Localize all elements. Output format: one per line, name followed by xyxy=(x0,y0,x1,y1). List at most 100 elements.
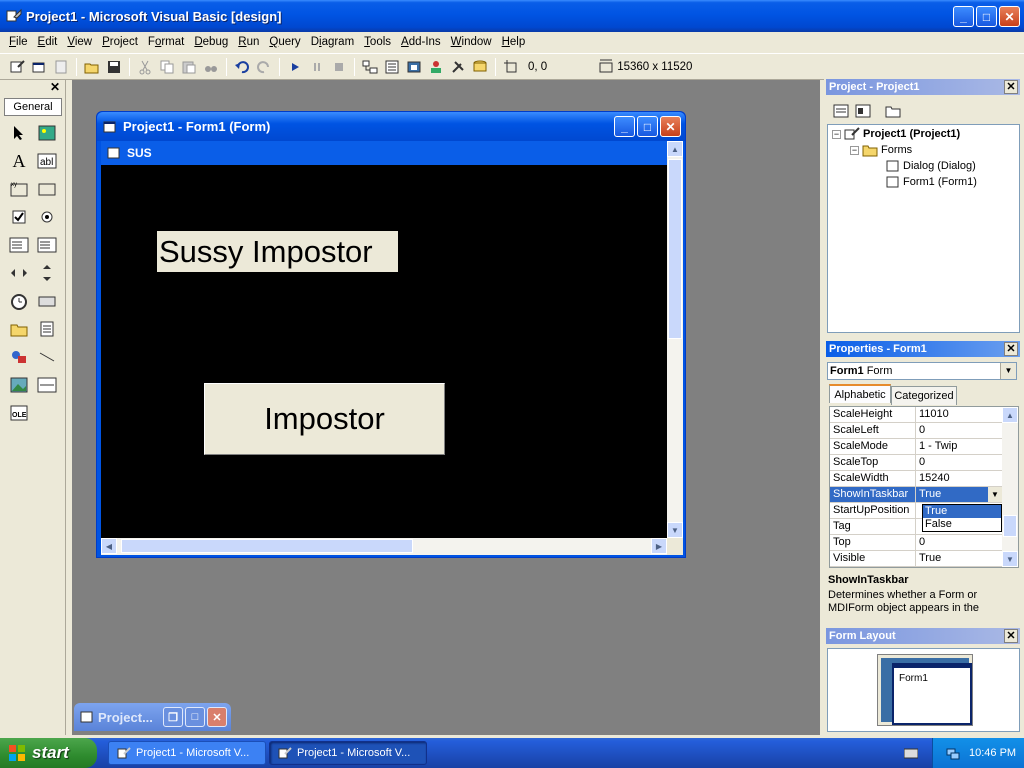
timer-tool-icon[interactable] xyxy=(8,290,30,312)
open-project-icon[interactable] xyxy=(83,58,101,76)
menu-editor-icon[interactable] xyxy=(52,58,70,76)
scroll-down-icon[interactable]: ▼ xyxy=(1002,551,1018,567)
tab-alphabetic[interactable]: Alphabetic xyxy=(829,384,891,403)
sussy-impostor-label[interactable]: Sussy Impostor xyxy=(157,231,398,272)
property-value[interactable]: 1 - Twip xyxy=(916,439,1002,454)
tree-item-forms[interactable]: − Forms xyxy=(850,143,912,157)
property-scrollbar[interactable]: ▲ ▼ xyxy=(1002,407,1018,567)
clock[interactable]: 10:46 PM xyxy=(969,747,1016,759)
toolbox-close-icon[interactable]: ✕ xyxy=(49,81,61,94)
close-button[interactable]: ✕ xyxy=(999,6,1020,27)
cut-icon[interactable] xyxy=(136,58,154,76)
object-browser-icon[interactable] xyxy=(427,58,445,76)
showintaskbar-dropdown[interactable]: True False xyxy=(922,504,1002,532)
horizontal-scroll-thumb[interactable] xyxy=(121,539,413,553)
tab-categorized[interactable]: Categorized xyxy=(891,386,957,405)
tree-item-form1[interactable]: Form1 (Form1) xyxy=(886,175,977,189)
scroll-up-icon[interactable]: ▲ xyxy=(667,141,683,157)
vertical-scrollbar[interactable]: ▲ ▼ xyxy=(667,141,683,538)
view-object-icon[interactable] xyxy=(854,102,872,120)
properties-window-icon[interactable] xyxy=(383,58,401,76)
checkbox-tool-icon[interactable] xyxy=(8,206,30,228)
stop-icon[interactable] xyxy=(330,58,348,76)
taskbar-button-vb2[interactable]: Project1 - Microsoft V... xyxy=(269,741,427,765)
keyboard-icon[interactable] xyxy=(904,747,918,759)
paste-icon[interactable] xyxy=(180,58,198,76)
menu-edit[interactable]: Edit xyxy=(33,36,63,48)
property-row-scalewidth[interactable]: ScaleWidth 15240 xyxy=(830,471,1002,487)
project-explorer-icon[interactable] xyxy=(361,58,379,76)
chevron-down-icon[interactable]: ▼ xyxy=(1000,363,1016,379)
close-button[interactable]: ✕ xyxy=(207,707,227,727)
data-tool-icon[interactable] xyxy=(36,374,58,396)
menu-project[interactable]: Project xyxy=(97,36,143,48)
view-code-icon[interactable] xyxy=(832,102,850,120)
scroll-right-icon[interactable]: ▶ xyxy=(651,538,667,554)
start-button[interactable]: start xyxy=(0,738,97,768)
property-value[interactable]: 0 xyxy=(916,535,1002,550)
form-close-button[interactable]: ✕ xyxy=(660,116,681,137)
scroll-down-icon[interactable]: ▼ xyxy=(667,522,683,538)
property-row-scaletop[interactable]: ScaleTop 0 xyxy=(830,455,1002,471)
menu-query[interactable]: Query xyxy=(264,36,305,48)
menu-window[interactable]: Window xyxy=(446,36,497,48)
hscrollbar-tool-icon[interactable] xyxy=(8,262,30,284)
form-position-preview[interactable]: Form1 xyxy=(892,663,972,725)
menu-help[interactable]: Help xyxy=(497,36,531,48)
menu-tools[interactable]: Tools xyxy=(359,36,396,48)
run-start-icon[interactable] xyxy=(286,58,304,76)
menu-format[interactable]: Format xyxy=(143,36,189,48)
add-project-icon[interactable] xyxy=(8,58,26,76)
form-layout-close-icon[interactable]: ✕ xyxy=(1004,629,1018,643)
frame-tool-icon[interactable]: xy xyxy=(8,178,30,200)
property-value[interactable]: 11010 xyxy=(916,407,1002,422)
property-row-top[interactable]: Top 0 xyxy=(830,535,1002,551)
properties-close-icon[interactable]: ✕ xyxy=(1004,342,1018,356)
drivelistbox-tool-icon[interactable] xyxy=(36,290,58,312)
form-maximize-button[interactable]: □ xyxy=(637,116,658,137)
undo-icon[interactable] xyxy=(233,58,251,76)
menu-diagram[interactable]: Diagram xyxy=(306,36,359,48)
form-designer-titlebar[interactable]: Project1 - Form1 (Form) _ □ ✕ xyxy=(97,112,685,141)
menu-add-ins[interactable]: Add-Ins xyxy=(396,36,446,48)
toolbox-general-tab[interactable]: General xyxy=(4,98,62,116)
optionbutton-tool-icon[interactable] xyxy=(36,206,58,228)
filelistbox-tool-icon[interactable] xyxy=(36,318,58,340)
tree-item-project1[interactable]: − Project1 (Project1) xyxy=(832,127,960,141)
minimized-project-window[interactable]: Project... ❐ □ ✕ xyxy=(74,703,231,731)
form-canvas[interactable]: Sussy Impostor Impostor xyxy=(101,165,667,538)
form-designer-window[interactable]: Project1 - Form1 (Form) _ □ ✕ SUS Sussy … xyxy=(96,111,686,558)
scroll-up-icon[interactable]: ▲ xyxy=(1002,407,1018,423)
property-row-visible[interactable]: Visible True xyxy=(830,551,1002,567)
project-explorer-close-icon[interactable]: ✕ xyxy=(1004,80,1018,94)
vb-app-icon[interactable] xyxy=(6,8,22,24)
property-value[interactable]: 0 xyxy=(916,455,1002,470)
restore-button[interactable]: ❐ xyxy=(163,707,183,727)
tree-item-dialog[interactable]: Dialog (Dialog) xyxy=(886,159,976,173)
menu-file[interactable]: File xyxy=(4,36,33,48)
property-scroll-thumb[interactable] xyxy=(1003,515,1017,537)
form-minimize-button[interactable]: _ xyxy=(614,116,635,137)
menu-view[interactable]: View xyxy=(62,36,97,48)
property-row-scalemode[interactable]: ScaleMode 1 - Twip xyxy=(830,439,1002,455)
impostor-button[interactable]: Impostor xyxy=(204,383,445,455)
copy-icon[interactable] xyxy=(158,58,176,76)
label-tool-icon[interactable]: A xyxy=(8,150,30,172)
dirlistbox-tool-icon[interactable] xyxy=(8,318,30,340)
property-value[interactable]: True xyxy=(916,551,1002,566)
data-view-icon[interactable] xyxy=(471,58,489,76)
menu-run[interactable]: Run xyxy=(233,36,264,48)
pointer-tool-icon[interactable] xyxy=(8,122,30,144)
property-value[interactable]: True ▼ xyxy=(916,487,1002,502)
property-row-scaleheight[interactable]: ScaleHeight 11010 xyxy=(830,407,1002,423)
image-tool-icon[interactable] xyxy=(8,374,30,396)
textbox-tool-icon[interactable]: abl xyxy=(36,150,58,172)
shape-tool-icon[interactable] xyxy=(8,346,30,368)
network-icon[interactable] xyxy=(945,745,961,761)
pause-icon[interactable] xyxy=(308,58,326,76)
picturebox-tool-icon[interactable] xyxy=(36,122,58,144)
maximize-button[interactable]: □ xyxy=(976,6,997,27)
redo-icon[interactable] xyxy=(255,58,273,76)
form-layout-icon[interactable] xyxy=(405,58,423,76)
chevron-down-icon[interactable]: ▼ xyxy=(988,487,1002,502)
